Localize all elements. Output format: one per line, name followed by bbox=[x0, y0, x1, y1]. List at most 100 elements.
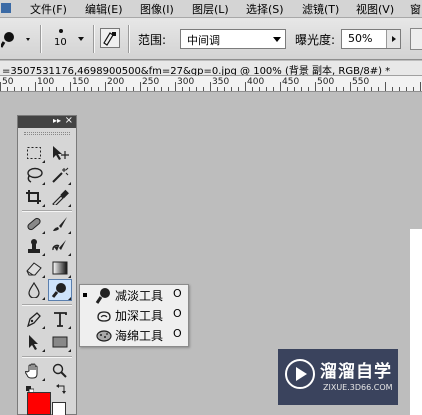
tools-panel-header[interactable]: ▸▸ × bbox=[18, 115, 76, 128]
default-colors-icon[interactable] bbox=[26, 384, 35, 395]
lasso-tool[interactable] bbox=[23, 165, 45, 185]
chevron-down-icon bbox=[78, 37, 84, 41]
dodge-icon bbox=[95, 288, 110, 304]
ruler-tick bbox=[133, 87, 134, 91]
ruler-tick bbox=[189, 87, 190, 91]
ruler-tick bbox=[56, 87, 57, 91]
swap-colors-icon[interactable] bbox=[56, 384, 66, 394]
menu-image[interactable]: 图像(I) bbox=[140, 1, 174, 17]
zoom-tool[interactable] bbox=[49, 361, 71, 381]
hand-tool[interactable] bbox=[23, 361, 45, 381]
ruler-tick bbox=[182, 87, 183, 91]
ruler-tick bbox=[224, 87, 225, 91]
background-color-swatch[interactable] bbox=[52, 402, 66, 415]
watermark-url: ZIXUE.3D66.COM bbox=[323, 383, 393, 392]
ruler-tick bbox=[364, 87, 365, 91]
crop-tool[interactable] bbox=[23, 187, 45, 207]
move-tool[interactable] bbox=[49, 143, 71, 163]
document-canvas[interactable] bbox=[410, 229, 422, 415]
menu-select[interactable]: 选择(S) bbox=[246, 1, 284, 17]
tools-separator bbox=[22, 356, 72, 358]
menu-app-icon[interactable] bbox=[0, 1, 12, 18]
flyout-item-label: 减淡工具 bbox=[115, 289, 164, 303]
ruler-tick bbox=[329, 87, 330, 91]
dodge-tool[interactable] bbox=[48, 279, 72, 301]
flyout-item-shortcut: O bbox=[173, 287, 182, 300]
ruler-tick bbox=[350, 82, 351, 91]
pen-tool[interactable] bbox=[23, 309, 45, 329]
brush-size: 10 bbox=[54, 37, 67, 48]
clone-stamp-tool[interactable] bbox=[23, 236, 45, 256]
type-tool[interactable] bbox=[49, 309, 71, 329]
flyout-item-label: 海绵工具 bbox=[115, 329, 164, 343]
eyedropper-tool[interactable] bbox=[49, 187, 71, 207]
menu-view[interactable]: 视图(V) bbox=[356, 1, 394, 17]
ruler-tick bbox=[42, 87, 43, 91]
ruler-tick bbox=[14, 87, 15, 91]
lasso-icon bbox=[27, 167, 43, 183]
panel-grip[interactable] bbox=[24, 132, 70, 135]
chevron-down-icon bbox=[273, 37, 281, 42]
menu-window[interactable]: 窗 bbox=[410, 1, 421, 17]
menu-file[interactable]: 文件(F) bbox=[30, 1, 67, 17]
ruler-tick bbox=[147, 87, 148, 91]
gradient-tool[interactable] bbox=[49, 258, 71, 278]
ruler-tick bbox=[154, 87, 155, 91]
collapse-icon[interactable]: ▸▸ bbox=[53, 116, 61, 125]
ruler-tick bbox=[70, 82, 71, 91]
ruler-label: 300 bbox=[177, 77, 195, 87]
menu-layer[interactable]: 图层(L) bbox=[192, 1, 229, 17]
range-label: 范围: bbox=[138, 33, 167, 47]
gradient-icon bbox=[52, 261, 68, 275]
marquee-tool[interactable] bbox=[23, 143, 45, 163]
ruler-tick bbox=[371, 87, 372, 91]
ruler-tick bbox=[217, 87, 218, 91]
chevron-right-icon bbox=[392, 36, 396, 42]
ruler-tick bbox=[322, 87, 323, 91]
ruler-tick bbox=[280, 82, 281, 91]
path-selection-tool[interactable] bbox=[23, 332, 45, 352]
ruler-tick bbox=[98, 87, 99, 91]
rectangle-icon bbox=[52, 336, 68, 348]
ruler-tick bbox=[399, 87, 400, 91]
ruler-label: 200 bbox=[107, 77, 125, 87]
blur-tool[interactable] bbox=[23, 280, 45, 300]
brush-panel-icon bbox=[103, 32, 116, 46]
menu-filter[interactable]: 滤镜(T) bbox=[302, 1, 339, 17]
brush-dot-icon bbox=[59, 29, 63, 33]
flyout-item-shortcut: O bbox=[173, 307, 182, 320]
ruler-tick bbox=[378, 87, 379, 91]
history-brush-tool[interactable] bbox=[49, 236, 71, 256]
document-tab-title[interactable]: =3507531176,4698900500&fm=27&gp=0.jpg @ … bbox=[0, 61, 422, 76]
ruler-tick bbox=[112, 87, 113, 91]
menu-edit[interactable]: 编辑(E) bbox=[85, 1, 123, 17]
shape-tool[interactable] bbox=[49, 332, 71, 352]
exposure-slider-button[interactable] bbox=[386, 30, 400, 48]
flyout-item-sponge[interactable]: 海绵工具 O bbox=[80, 326, 188, 345]
foreground-color-swatch[interactable] bbox=[27, 392, 51, 415]
magic-wand-tool[interactable] bbox=[49, 165, 71, 185]
ruler-label: 100 bbox=[37, 77, 55, 87]
ruler-tick bbox=[301, 87, 302, 91]
ruler-tick bbox=[392, 87, 393, 91]
airbrush-toggle[interactable] bbox=[410, 28, 422, 50]
brush-panel-toggle[interactable] bbox=[100, 28, 120, 48]
sponge-icon bbox=[96, 330, 112, 342]
range-select[interactable]: 中间调 bbox=[180, 29, 286, 49]
flyout-item-dodge[interactable]: 减淡工具 O bbox=[80, 286, 188, 305]
brush-tool[interactable] bbox=[49, 214, 71, 234]
crop-icon bbox=[26, 190, 41, 204]
range-select-value: 中间调 bbox=[187, 34, 220, 47]
ruler-tick bbox=[385, 82, 386, 91]
healing-brush-tool[interactable] bbox=[23, 214, 45, 234]
ruler-label: 150 bbox=[72, 77, 90, 87]
ruler-tick bbox=[7, 87, 8, 91]
ruler-tick bbox=[273, 87, 274, 91]
tool-preset-picker[interactable] bbox=[0, 28, 35, 50]
brush-picker[interactable]: 10 bbox=[48, 24, 88, 54]
flyout-item-burn[interactable]: 加深工具 O bbox=[80, 306, 188, 325]
close-icon[interactable]: × bbox=[65, 115, 73, 126]
eraser-tool[interactable] bbox=[23, 258, 45, 278]
ruler-tick bbox=[336, 87, 337, 91]
rect-marquee-icon bbox=[27, 147, 41, 159]
